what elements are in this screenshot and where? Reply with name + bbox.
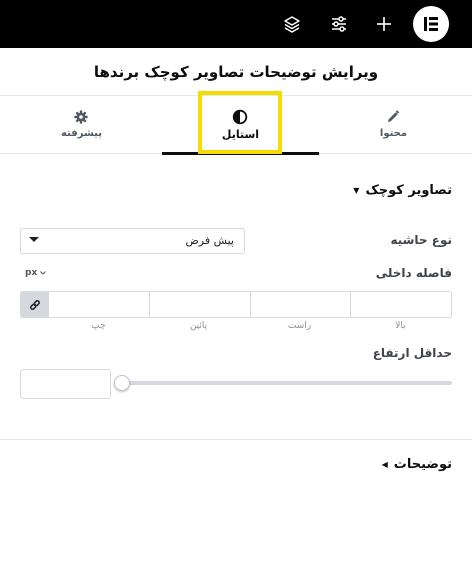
sliders-icon[interactable] — [327, 12, 351, 36]
padding-right-label: راست — [287, 321, 312, 331]
section-description-header[interactable]: توضیحات ◀ — [20, 452, 452, 476]
caret-left-icon: ◀ — [381, 459, 388, 469]
link-icon[interactable] — [21, 292, 49, 317]
caret-down-icon: ▼ — [353, 185, 360, 195]
section-title: تصاویر کوچک — [365, 182, 452, 198]
min-height-label: حداقل ارتفاع — [372, 346, 452, 360]
section-thumbnails-header[interactable]: تصاویر کوچک ▼ — [20, 178, 452, 202]
tab-label: محتوا — [379, 128, 408, 139]
section-divider — [0, 439, 472, 440]
tab-label: پیشرفته — [61, 128, 102, 139]
padding-right-input[interactable] — [249, 292, 351, 317]
chevron-down-icon — [29, 237, 39, 242]
padding-bottom-label: پائین — [189, 321, 208, 331]
gear-icon — [69, 108, 93, 126]
section-title: توضیحات — [393, 456, 452, 472]
tab-content[interactable]: محتوا — [315, 96, 472, 154]
elementor-logo-icon[interactable] — [413, 6, 449, 42]
padding-left-input[interactable] — [49, 292, 149, 317]
panel-title: ویرایش توضیحات تصاویر کوچک برندها — [0, 48, 472, 96]
min-height-slider-track[interactable] — [123, 381, 452, 385]
padding-left-label: چپ — [91, 321, 106, 331]
plus-icon[interactable] — [372, 12, 396, 36]
tab-advanced[interactable]: پیشرفته — [3, 96, 160, 154]
min-height-input[interactable] — [20, 369, 111, 399]
pencil-icon — [381, 108, 405, 126]
padding-dimensions — [20, 291, 452, 318]
padding-label: فاصله داخلی — [375, 266, 452, 280]
chevron-down-icon — [40, 271, 47, 275]
border-type-value: پیش فرض — [185, 234, 234, 247]
layers-icon[interactable] — [280, 12, 304, 36]
min-height-slider-handle[interactable] — [114, 375, 130, 391]
padding-top-input[interactable] — [350, 292, 451, 317]
border-type-label: نوع حاشیه — [390, 233, 452, 247]
highlight-box — [198, 91, 282, 154]
border-type-select[interactable]: پیش فرض — [20, 228, 245, 254]
top-toolbar — [0, 0, 472, 48]
padding-bottom-input[interactable] — [148, 292, 250, 317]
unit-value: px — [25, 268, 38, 278]
unit-selector[interactable]: px — [25, 268, 47, 278]
padding-top-label: بالا — [395, 321, 406, 331]
